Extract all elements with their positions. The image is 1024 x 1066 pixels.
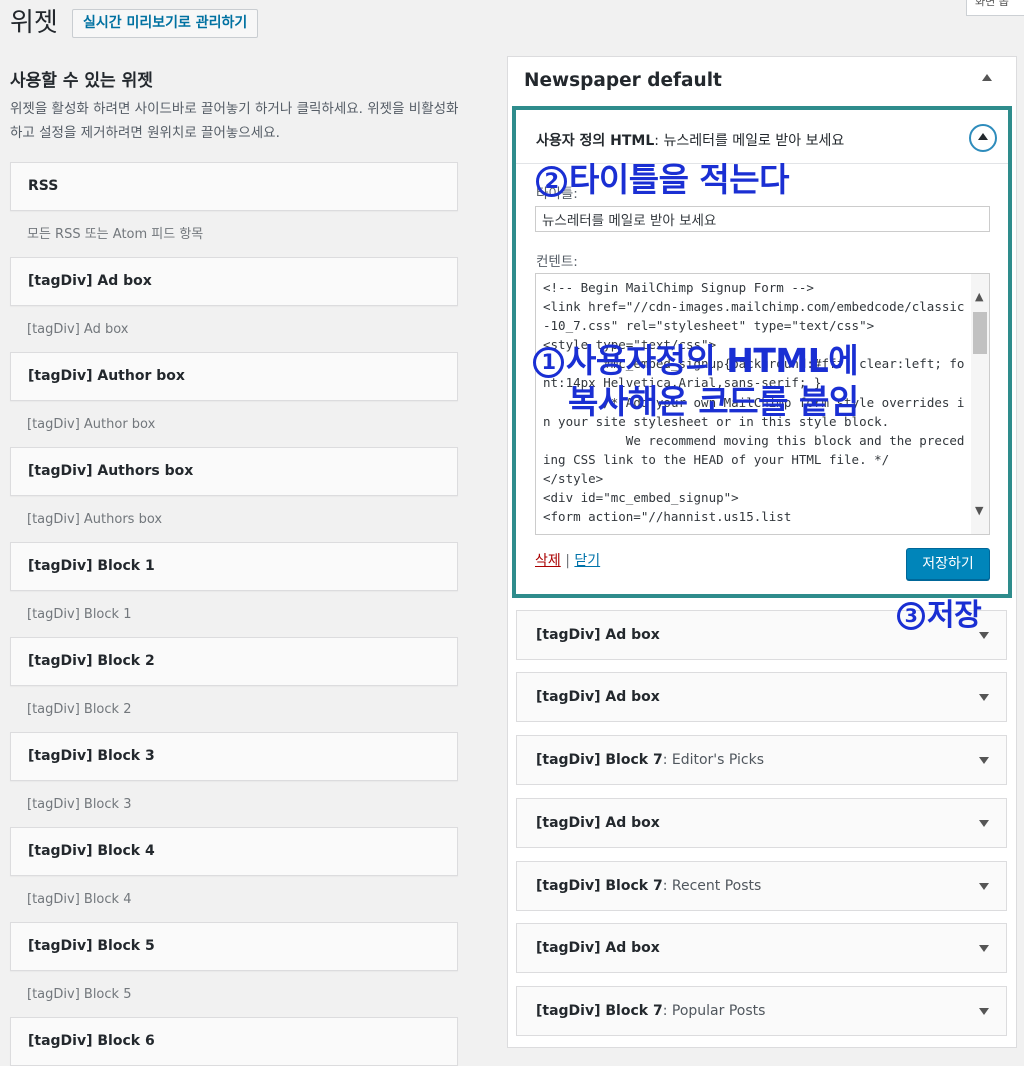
- close-link[interactable]: 닫기: [574, 553, 600, 569]
- sidebar-widget-label: [tagDiv] Ad box: [536, 689, 660, 705]
- sidebar-widget-block-7-popular-posts[interactable]: [tagDiv] Block 7: Popular Posts: [516, 986, 1007, 1036]
- action-separator: |: [565, 553, 570, 569]
- sidebar-widget-label: [tagDiv] Ad box: [536, 627, 660, 643]
- sidebar-collapse-icon[interactable]: [982, 74, 992, 81]
- scroll-thumb[interactable]: [973, 312, 987, 354]
- widget-description: 모든 RSS 또는 Atom 피드 항목: [27, 227, 204, 242]
- open-widget-title: 사용자 정의 HTML: 뉴스레터를 메일로 받아 보세요: [536, 133, 845, 149]
- annotation-step-2: 2 타이틀을 적는다: [536, 161, 790, 199]
- sidebar-widget-label: [tagDiv] Block 7: Recent Posts: [536, 878, 762, 894]
- widget-actions: 삭제 | 닫기: [535, 550, 600, 570]
- available-widget-block-2[interactable]: [tagDiv] Block 2: [10, 637, 458, 686]
- available-widget-author-box[interactable]: [tagDiv] Author box: [10, 352, 458, 401]
- content-scrollbar[interactable]: ▲ ▼: [971, 274, 989, 534]
- chevron-down-icon[interactable]: [979, 883, 989, 890]
- live-preview-button[interactable]: 실시간 미리보기로 관리하기: [72, 9, 259, 38]
- chevron-down-icon[interactable]: [979, 757, 989, 764]
- widget-description: [tagDiv] Block 3: [27, 797, 132, 812]
- sidebar-widget-block-7-recent-posts[interactable]: [tagDiv] Block 7: Recent Posts: [516, 861, 1007, 911]
- scroll-down-icon[interactable]: ▼: [975, 505, 983, 516]
- available-widget-block-3[interactable]: [tagDiv] Block 3: [10, 732, 458, 781]
- sidebar-title[interactable]: Newspaper default: [524, 70, 722, 91]
- sidebar-widget-block-7-editors-picks[interactable]: [tagDiv] Block 7: Editor's Picks: [516, 735, 1007, 785]
- save-button[interactable]: 저장하기: [906, 548, 990, 580]
- chevron-down-icon[interactable]: [979, 694, 989, 701]
- sidebar-widget-ad-box[interactable]: [tagDiv] Ad box: [516, 923, 1007, 973]
- available-widget-block-5[interactable]: [tagDiv] Block 5: [10, 922, 458, 971]
- delete-link[interactable]: 삭제: [535, 553, 561, 569]
- available-widget-rss[interactable]: RSS: [10, 162, 458, 211]
- annotation-step-1-line-1: 1 사용자정의 HTML에: [533, 342, 859, 380]
- available-widget-block-6[interactable]: [tagDiv] Block 6: [10, 1017, 458, 1066]
- available-widgets-title: 사용할 수 있는 위젯: [10, 71, 153, 91]
- annotation-step-1-line-2: 복사해온 코드를 붙임: [568, 382, 859, 421]
- available-widget-block-4[interactable]: [tagDiv] Block 4: [10, 827, 458, 876]
- available-widgets-description: 위젯을 활성화 하려면 사이드바로 끌어놓기 하거나 클릭하세요. 위젯을 비활…: [10, 101, 459, 141]
- available-widget-authors-box[interactable]: [tagDiv] Authors box: [10, 447, 458, 496]
- open-widget-header[interactable]: 사용자 정의 HTML: 뉴스레터를 메일로 받아 보세요: [516, 110, 1008, 164]
- widget-description: [tagDiv] Authors box: [27, 512, 163, 527]
- title-input[interactable]: [535, 206, 990, 232]
- widget-description: [tagDiv] Block 5: [27, 987, 132, 1002]
- widget-description: [tagDiv] Block 1: [27, 607, 132, 622]
- sidebar-widget-label: [tagDiv] Ad box: [536, 815, 660, 831]
- chevron-up-icon: [978, 133, 988, 140]
- scroll-up-icon[interactable]: ▲: [975, 291, 983, 302]
- chevron-down-icon[interactable]: [979, 945, 989, 952]
- sidebar-widget-ad-box[interactable]: [tagDiv] Ad box: [516, 798, 1007, 848]
- page-title: 위젯: [10, 8, 58, 38]
- content-field-label: 컨텐트:: [536, 254, 578, 270]
- sidebar-widget-label: [tagDiv] Ad box: [536, 940, 660, 956]
- widget-description: [tagDiv] Block 4: [27, 892, 132, 907]
- available-widget-block-1[interactable]: [tagDiv] Block 1: [10, 542, 458, 591]
- chevron-down-icon[interactable]: [979, 820, 989, 827]
- sidebar-widget-ad-box[interactable]: [tagDiv] Ad box: [516, 672, 1007, 722]
- sidebar-widget-label: [tagDiv] Block 7: Editor's Picks: [536, 752, 765, 768]
- annotation-step-3: 3 저장: [897, 597, 982, 635]
- chevron-down-icon[interactable]: [979, 1008, 989, 1015]
- widget-toggle-button[interactable]: [969, 124, 997, 152]
- screen-options-button[interactable]: 화면 옵: [966, 0, 1024, 16]
- sidebar-widget-label: [tagDiv] Block 7: Popular Posts: [536, 1003, 766, 1019]
- available-widget-ad-box[interactable]: [tagDiv] Ad box: [10, 257, 458, 306]
- widget-description: [tagDiv] Block 2: [27, 702, 132, 717]
- widget-description: [tagDiv] Ad box: [27, 322, 129, 337]
- widget-description: [tagDiv] Author box: [27, 417, 156, 432]
